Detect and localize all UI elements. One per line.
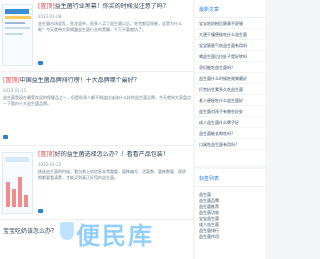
- tags-title: 标签列表: [195, 169, 265, 187]
- article-title[interactable]: [置顶]好的益生菌选择怎么办？！看看产品包装！: [38, 151, 188, 159]
- pinned-tag: [置顶]: [38, 151, 55, 158]
- article-thumbnail[interactable]: [2, 152, 33, 214]
- shield-icon: [60, 222, 74, 240]
- latest-item[interactable]: 孕妇能吃益生菌吗？: [195, 62, 265, 73]
- article-date: 2023-01-15: [3, 88, 27, 93]
- watermark-logo: 便民库: [60, 216, 188, 252]
- read-more-icon[interactable]: [38, 61, 43, 65]
- sidebar: 最新文章 宝宝吃奶粉后肠胃不舒服 大便干燥便秘吃什么益生菌 宝宝肠胀气吃益生菌有…: [195, 0, 265, 259]
- article-date: 2023-01-22: [38, 162, 62, 167]
- article-title[interactable]: [置顶]益生菌行业黑幕！你买的时候没注意了吗？: [38, 3, 188, 11]
- tag-list: 标签列表 益生菌 益生菌品牌 益生菌推荐 益生菌功效 宝宝益生菌 成人益生菌 益…: [195, 169, 265, 259]
- tag-link[interactable]: 益生菌作用: [199, 234, 261, 240]
- latest-item[interactable]: 口臭吃益生菌有用吗？: [195, 139, 265, 150]
- article-card[interactable]: [置顶]益生菌行业黑幕！你买的时候没注意了吗？ 2023-01-08 益生菌市场…: [0, 0, 193, 72]
- latest-item[interactable]: 大便干燥便秘吃什么益生菌: [195, 29, 265, 40]
- article-desc: 益生菌市场混乱，鱼龙混杂，很多人买了益生菌以后，吃完都没效果，这是为什么呢？今天…: [38, 21, 182, 32]
- latest-articles: 最新文章 宝宝吃奶粉后肠胃不舒服 大便干燥便秘吃什么益生菌 宝宝肠胀气吃益生菌有…: [195, 0, 265, 166]
- page: [置顶]益生菌行业黑幕！你买的时候没注意了吗？ 2023-01-08 益生菌市场…: [0, 0, 265, 259]
- latest-item[interactable]: 宝宝肠胀气吃益生菌有用吗: [195, 40, 265, 51]
- article-card[interactable]: [置顶]中国益生菌品牌排行榜！十大品牌哪个最好？ 2023-01-15 益生菌是…: [0, 74, 193, 146]
- latest-item[interactable]: 益生菌对孩子有哪些好处: [195, 106, 265, 117]
- article-title[interactable]: 宝宝吃奶该怎么办？: [3, 226, 57, 235]
- article-desc: 益生菌是现在最受欢迎的保健品之一，但是很多人都不知道应该选什么样的益生菌品牌，今…: [3, 95, 191, 106]
- read-more-icon[interactable]: [38, 209, 43, 213]
- pinned-tag: [置顶]: [3, 77, 20, 84]
- article-thumbnail[interactable]: [2, 4, 33, 66]
- latest-item[interactable]: 益生菌能长期吃吗？: [195, 128, 265, 139]
- read-more-icon[interactable]: [3, 135, 8, 139]
- latest-item[interactable]: 宝宝吃奶粉后肠胃不舒服: [195, 18, 265, 29]
- latest-item[interactable]: 成人益生菌什么牌子好: [195, 117, 265, 128]
- article-card[interactable]: [置顶]好的益生菌选择怎么办？！看看产品包装！ 2023-01-22 挑选益生菌…: [0, 148, 193, 220]
- latest-item[interactable]: 益生菌什么时候吃效果最好: [195, 73, 265, 84]
- article-desc: 挑选益生菌的时候，看包装上的信息非常重要，菌株编号、活菌数、菌株数量、保质期都要…: [38, 169, 186, 180]
- latest-item[interactable]: 打完抗生素多久吃益生菌: [195, 84, 265, 95]
- article-title[interactable]: [置顶]中国益生菌品牌排行榜！十大品牌哪个最好？: [3, 77, 191, 85]
- latest-item[interactable]: 老人便秘吃什么益生菌好: [195, 95, 265, 106]
- article-date: 2023-01-08: [38, 14, 62, 19]
- latest-item[interactable]: 喝益生菌后拉肚子是好转吗: [195, 51, 265, 62]
- pinned-tag: [置顶]: [38, 3, 55, 10]
- latest-title: 最新文章: [195, 0, 265, 18]
